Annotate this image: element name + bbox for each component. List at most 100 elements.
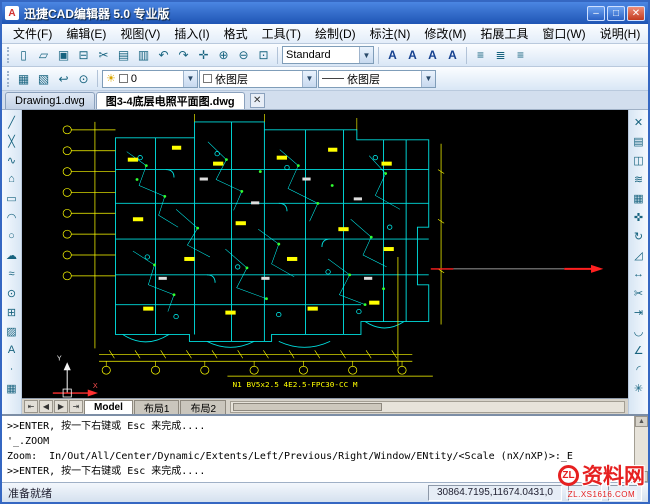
layout-tab-model[interactable]: Model	[84, 400, 133, 414]
menu-item[interactable]: 窗口(W)	[535, 24, 592, 43]
scroll-down-icon[interactable]: ▼	[635, 471, 648, 482]
revcloud-icon[interactable]: ☁	[3, 246, 21, 264]
scrollbar-thumb[interactable]	[233, 403, 382, 411]
hatch-icon[interactable]: ▨	[3, 322, 21, 340]
current-color-swatch	[203, 74, 212, 83]
single-line-text-button[interactable]: A	[403, 46, 422, 65]
menu-item[interactable]: 工具(T)	[255, 24, 308, 43]
layer-value: 0	[131, 73, 137, 85]
copy-icon[interactable]: ▤	[114, 46, 133, 65]
layer-combo[interactable]: ☀ 0 ▼	[102, 70, 198, 88]
point-icon[interactable]: ∙	[3, 360, 21, 378]
menu-item[interactable]: 修改(M)	[417, 24, 473, 43]
layer-previous-icon[interactable]: ↩	[54, 69, 73, 88]
building-walls	[115, 122, 428, 347]
new-file-icon[interactable]: ▯	[14, 46, 33, 65]
text-style-button[interactable]: A	[383, 46, 402, 65]
menu-item[interactable]: 说明(H)	[593, 24, 648, 43]
line-icon[interactable]: ╱	[3, 113, 21, 131]
minimize-button[interactable]: –	[587, 6, 605, 21]
chevron-down-icon[interactable]: ▼	[421, 71, 435, 87]
extend-icon[interactable]: ⇥	[630, 303, 648, 321]
insert-block-icon[interactable]: ⊞	[3, 303, 21, 321]
xline-icon[interactable]: ╳	[3, 132, 21, 150]
menu-item[interactable]: 编辑(E)	[59, 24, 113, 43]
tab-floor-plan[interactable]: 图3-4底层电照平面图.dwg	[96, 92, 245, 109]
layer-isolate-icon[interactable]: ⊙	[74, 69, 93, 88]
pan-icon[interactable]: ✛	[194, 46, 213, 65]
status-cell	[608, 485, 642, 501]
rectangle-icon[interactable]: ▭	[3, 189, 21, 207]
horizontal-scrollbar[interactable]	[230, 401, 625, 413]
align-right-icon[interactable]: ≡	[511, 46, 530, 65]
fillet-icon[interactable]: ◜	[630, 360, 648, 378]
cut-icon[interactable]: ✂	[94, 46, 113, 65]
array-icon[interactable]: ▦	[630, 189, 648, 207]
zoom-extents-icon[interactable]: ⊡	[254, 46, 273, 65]
break-icon[interactable]: ◡	[630, 322, 648, 340]
open-file-icon[interactable]: ▱	[34, 46, 53, 65]
ellipse-icon[interactable]: ⊙	[3, 284, 21, 302]
erase-icon[interactable]: ✕	[630, 113, 648, 131]
scale-icon[interactable]: ◿	[630, 246, 648, 264]
chevron-down-icon[interactable]: ▼	[183, 71, 197, 87]
prev-layout-button[interactable]: ◀	[39, 400, 53, 413]
edit-text-button[interactable]: A	[443, 46, 462, 65]
chevron-down-icon[interactable]: ▼	[359, 47, 373, 63]
command-scrollbar[interactable]: ▲ ▼	[634, 416, 648, 482]
menu-item[interactable]: 拓展工具	[473, 24, 535, 43]
layer-states-icon[interactable]: ▧	[34, 69, 53, 88]
redo-icon[interactable]: ↷	[174, 46, 193, 65]
explode-icon[interactable]: ✳	[630, 379, 648, 397]
layer-manager-icon[interactable]: ▦	[14, 69, 33, 88]
last-layout-button[interactable]: ⇥	[69, 400, 83, 413]
command-input-area[interactable]: >>ENTER, 按一下右键或 Esc 来完成....'_.ZOOMZoom: …	[2, 416, 634, 482]
align-left-icon[interactable]: ≡	[471, 46, 490, 65]
zoom-out-icon[interactable]: ⊖	[234, 46, 253, 65]
first-layout-button[interactable]: ⇤	[24, 400, 38, 413]
offset-icon[interactable]: ≋	[630, 170, 648, 188]
next-layout-button[interactable]: ▶	[54, 400, 68, 413]
menu-item[interactable]: 插入(I)	[167, 24, 216, 43]
trim-icon[interactable]: ✂	[630, 284, 648, 302]
paste-icon[interactable]: ▥	[134, 46, 153, 65]
arc-icon[interactable]: ◠	[3, 208, 21, 226]
chevron-down-icon[interactable]: ▼	[302, 71, 316, 87]
multiline-text-button[interactable]: A	[423, 46, 442, 65]
close-drawing-button[interactable]: ✕	[250, 93, 265, 108]
tab-drawing1[interactable]: Drawing1.dwg	[5, 92, 95, 109]
layout-tab-1[interactable]: 布局1	[134, 400, 180, 414]
move-icon[interactable]: ✜	[630, 208, 648, 226]
rotate-icon[interactable]: ↻	[630, 227, 648, 245]
undo-icon[interactable]: ↶	[154, 46, 173, 65]
zoom-in-icon[interactable]: ⊕	[214, 46, 233, 65]
close-button[interactable]: ✕	[627, 6, 645, 21]
menu-item[interactable]: 标注(N)	[363, 24, 418, 43]
toolbar-separator	[378, 47, 379, 64]
copy-object-icon[interactable]: ▤	[630, 132, 648, 150]
chamfer-icon[interactable]: ∠	[630, 341, 648, 359]
table-icon[interactable]: ▦	[3, 379, 21, 397]
polyline-icon[interactable]: ∿	[3, 151, 21, 169]
text-icon[interactable]: A	[3, 341, 21, 359]
save-icon[interactable]: ▣	[54, 46, 73, 65]
print-icon[interactable]: ⊟	[74, 46, 93, 65]
polygon-icon[interactable]: ⌂	[3, 170, 21, 188]
color-combo[interactable]: 依图层 ▼	[199, 70, 317, 88]
stretch-icon[interactable]: ↔	[630, 265, 648, 283]
circle-icon[interactable]: ○	[3, 227, 21, 245]
maximize-button[interactable]: □	[607, 6, 625, 21]
scroll-up-icon[interactable]: ▲	[635, 416, 648, 427]
menu-item[interactable]: 格式	[217, 24, 255, 43]
color-value: 依图层	[215, 71, 248, 87]
align-center-icon[interactable]: ≣	[491, 46, 510, 65]
layout-tab-2[interactable]: 布局2	[180, 400, 226, 414]
drawing-canvas[interactable]: N1 BV5x2.5 4E2.5-FPC30-CC M Y X	[22, 110, 628, 398]
linetype-combo[interactable]: 依图层 ▼	[318, 70, 436, 88]
menu-item[interactable]: 视图(V)	[113, 24, 167, 43]
spline-icon[interactable]: ≈	[3, 265, 21, 283]
menu-item[interactable]: 绘制(D)	[308, 24, 363, 43]
mirror-icon[interactable]: ◫	[630, 151, 648, 169]
text-style-combo[interactable]: Standard ▼	[282, 46, 374, 64]
menu-item[interactable]: 文件(F)	[6, 24, 59, 43]
